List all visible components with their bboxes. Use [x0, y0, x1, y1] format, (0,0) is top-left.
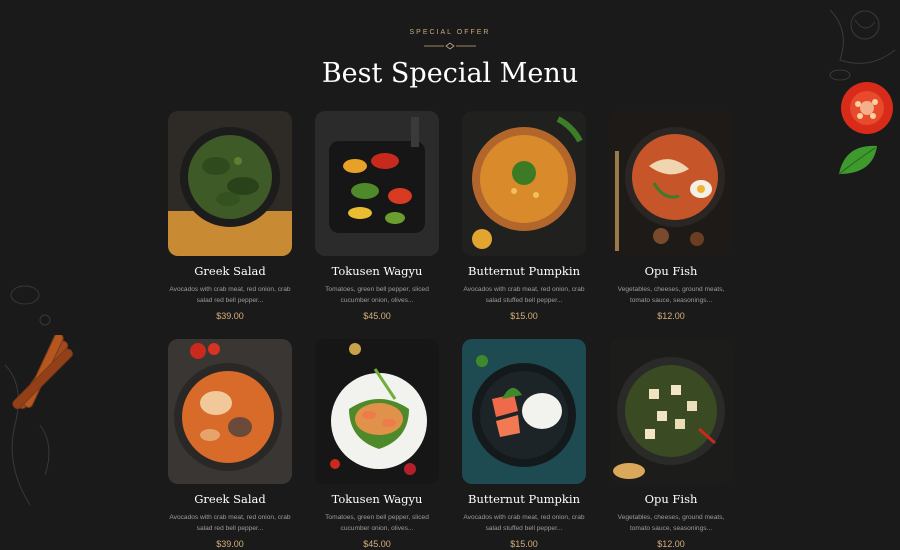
dish-price: $15.00: [510, 311, 538, 321]
dish-name: Tokusen Wagyu: [331, 264, 423, 278]
menu-card[interactable]: Butternut Pumpkin Avocados with crab mea…: [462, 111, 586, 339]
dish-description: Tomatoes, green bell pepper, sliced cucu…: [325, 286, 429, 304]
dish-price: $39.00: [216, 539, 244, 549]
dish-orange-curry-image: [168, 339, 292, 484]
dish-price: $15.00: [510, 539, 538, 549]
dish-description: Vegetables, cheeses, ground meats, tomat…: [617, 286, 725, 304]
dish-name: Opu Fish: [644, 264, 698, 278]
dish-pumpkin-soup-image: [462, 111, 586, 256]
dish-name: Butternut Pumpkin: [468, 492, 580, 506]
menu-card[interactable]: Opu Fish Vegetables, cheeses, ground mea…: [609, 111, 733, 339]
dish-shrimp-ramen-image: [609, 111, 733, 256]
dish-name: Greek Salad: [194, 492, 266, 506]
dish-salmon-rice-image: [462, 339, 586, 484]
dish-price: $45.00: [363, 539, 391, 549]
dish-name: Butternut Pumpkin: [468, 264, 580, 278]
section-eyebrow: SPECIAL OFFER: [409, 29, 491, 36]
dish-price: $45.00: [363, 311, 391, 321]
dish-description: Avocados with crab meat, red onion, crab…: [463, 286, 585, 304]
dish-price: $12.00: [657, 311, 685, 321]
basil-leaf-icon: [838, 145, 877, 175]
dish-pad-thai-image: [315, 339, 439, 484]
dish-name: Opu Fish: [644, 492, 698, 506]
dish-price: $39.00: [216, 311, 244, 321]
menu-grid: Greek Salad Avocados with crab meat, red…: [168, 111, 733, 550]
menu-card[interactable]: Tokusen Wagyu Tomatoes, green bell peppe…: [315, 339, 439, 550]
dish-grilled-vegetables-image: [315, 111, 439, 256]
dish-description: Avocados with crab meat, red onion, crab…: [169, 514, 291, 532]
menu-card[interactable]: Greek Salad Avocados with crab meat, red…: [168, 339, 292, 550]
dish-name: Greek Salad: [194, 264, 266, 278]
dish-description: Tomatoes, green bell pepper, sliced cucu…: [325, 514, 429, 532]
menu-card[interactable]: Opu Fish Vegetables, cheeses, ground mea…: [609, 339, 733, 550]
dish-description: Vegetables, cheeses, ground meats, tomat…: [617, 514, 725, 532]
dish-description: Avocados with crab meat, red onion, crab…: [463, 514, 585, 532]
menu-card[interactable]: Butternut Pumpkin Avocados with crab mea…: [462, 339, 586, 550]
page-title: Best Special Menu: [321, 58, 579, 89]
cinnamon-sticks-icon: [12, 335, 73, 410]
dish-price: $12.00: [657, 539, 685, 549]
menu-card[interactable]: Greek Salad Avocados with crab meat, red…: [168, 111, 292, 339]
dish-description: Avocados with crab meat, red onion, crab…: [169, 286, 291, 304]
dish-green-curry-chicken-image: [168, 111, 292, 256]
dish-name: Tokusen Wagyu: [331, 492, 423, 506]
ornament-divider-icon: [424, 42, 476, 50]
dish-palak-paneer-image: [609, 339, 733, 484]
menu-card[interactable]: Tokusen Wagyu Tomatoes, green bell peppe…: [315, 111, 439, 339]
